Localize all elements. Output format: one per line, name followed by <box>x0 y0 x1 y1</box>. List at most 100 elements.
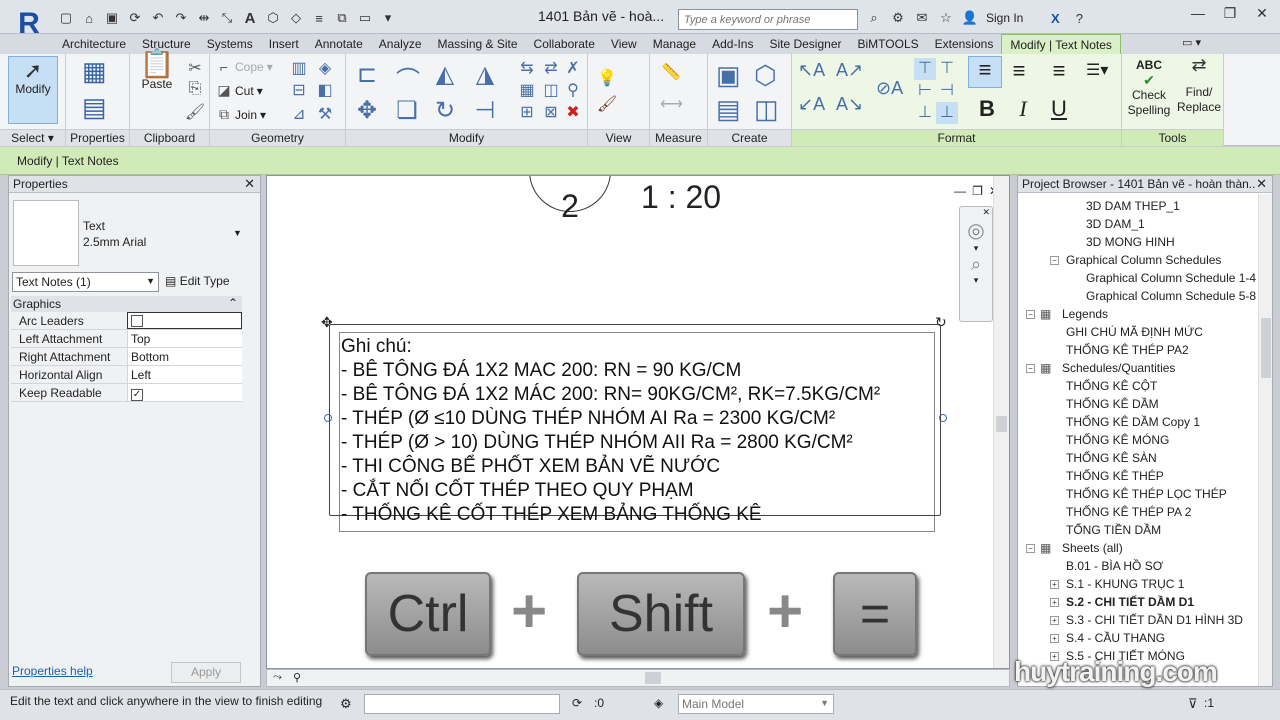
collapse-toggle-icon[interactable]: − <box>1026 364 1035 373</box>
note-line[interactable]: - THÉP (Ø ≤10 DÙNG THÉP NHÓM AI Ra = 230… <box>341 408 835 430</box>
minimize-icon[interactable]: — <box>954 184 966 198</box>
restore-icon[interactable]: ❐ <box>1214 0 1246 26</box>
leader-middle-icon[interactable]: ⊢ <box>914 80 936 102</box>
unpin-icon[interactable]: ✗ <box>562 58 584 80</box>
create-parts-icon[interactable]: ⬡ <box>754 60 777 90</box>
pin-icon[interactable]: ⚲ <box>562 80 584 102</box>
cut-geometry-button[interactable]: ◪ Cut ▾ <box>216 82 262 99</box>
collapse-toggle-icon[interactable]: − <box>1050 256 1059 265</box>
modify-button[interactable]: ➚ Modify <box>8 56 58 124</box>
minimize-icon[interactable]: — <box>1182 0 1214 26</box>
cut-icon[interactable]: ✂ <box>184 58 206 80</box>
find-replace-button[interactable]: ⇄ Find/ Replace <box>1176 56 1222 115</box>
override-graphics-icon[interactable]: 🖌 <box>596 94 618 116</box>
align-right-icon[interactable]: ≡ <box>1048 58 1070 83</box>
leader-bottom-right-icon[interactable]: ⊥ <box>936 102 958 124</box>
cope-button[interactable]: ⌐ Cope ▾ <box>216 59 273 75</box>
help-icon[interactable]: ? <box>1069 8 1089 28</box>
note-line[interactable]: Ghi chú: <box>341 336 412 358</box>
design-option-select[interactable]: Main Model ▼ <box>678 694 834 714</box>
collapse-toggle-icon[interactable]: − <box>1026 310 1035 319</box>
create-group-icon[interactable]: ▤ <box>716 94 741 124</box>
browser-item[interactable]: 3D MONG HINH <box>1086 235 1175 249</box>
close-icon[interactable]: ✕ <box>960 207 992 218</box>
select-dropdown[interactable]: Select ▾ <box>0 129 65 146</box>
add-leader-right-icon[interactable]: A↗ <box>836 60 863 82</box>
measure-ruler-icon[interactable]: 📏 <box>660 62 682 84</box>
trim-icon[interactable]: ⊣ <box>474 96 496 124</box>
tab-annotate[interactable]: Annotate <box>307 34 371 54</box>
expand-toggle-icon[interactable]: + <box>1050 634 1059 643</box>
design-options-icon[interactable]: ◈ <box>654 696 663 710</box>
underline-button[interactable]: U <box>1048 96 1070 121</box>
delete-icon[interactable]: ✖ <box>562 102 584 124</box>
user-icon[interactable]: 👤 <box>960 8 980 28</box>
note-line[interactable]: - THI CÔNG BỂ PHỐT XEM BẢN VẼ NƯỚC <box>341 456 720 478</box>
tab-collaborate[interactable]: Collaborate <box>526 34 603 54</box>
collapse-toggle-icon[interactable]: − <box>1026 544 1035 553</box>
close-icon[interactable]: ✕ <box>1246 0 1278 26</box>
note-line[interactable]: - THỐNG KÊ CỐT THÉP XEM BẢNG THỐNG KÊ <box>341 504 762 526</box>
open-icon[interactable]: ⌂ <box>79 8 99 28</box>
hammer-icon[interactable]: ⚒ <box>314 104 336 126</box>
search-input[interactable] <box>678 9 858 30</box>
rotate-icon[interactable]: ↻ <box>434 96 456 124</box>
split-icon[interactable]: ⇆ <box>516 58 538 80</box>
favorites-icon[interactable]: ☆ <box>936 8 956 28</box>
wall-joins-icon[interactable]: ⊟ <box>288 80 310 102</box>
close-icon[interactable]: ✕ <box>244 176 255 192</box>
browser-item[interactable]: 3D DAM_1 <box>1086 217 1145 231</box>
browser-item[interactable]: S.3 - CHI TIẾT DẦN D1 HÌNH 3D <box>1066 613 1243 627</box>
aligned-dimension-icon[interactable]: ⤡ <box>217 8 237 28</box>
leader-top-right-icon[interactable]: ⊤ <box>936 58 958 80</box>
add-leader-left-icon[interactable]: ↖A <box>798 60 825 82</box>
text-icon[interactable]: A <box>240 8 260 28</box>
exchange-icon[interactable]: X <box>1045 8 1065 28</box>
note-line[interactable]: - CẮT NỐI CỐT THÉP THEO QUY PHẠM <box>341 480 694 502</box>
tab-massing-site[interactable]: Massing & Site <box>430 34 526 54</box>
apply-button[interactable]: Apply <box>171 662 241 683</box>
sign-in-link[interactable]: Sign In <box>986 11 1023 25</box>
horizontal-align-value[interactable]: Left <box>127 366 242 383</box>
note-line[interactable]: - BÊ TÔNG ĐÁ 1X2 MÁC 200: RN= 90KG/CM², … <box>341 384 880 406</box>
add-leader-right-arc-icon[interactable]: A↘ <box>836 94 863 116</box>
pin-icon[interactable]: ⚲ <box>293 671 301 684</box>
worksets-icon[interactable]: ⚙ <box>340 696 352 712</box>
browser-item[interactable]: THỐNG KÊ THÉP PA 2 <box>1066 505 1191 519</box>
hide-bulb-icon[interactable]: 💡 <box>596 68 618 90</box>
left-attachment-value[interactable]: Top <box>127 330 242 347</box>
browser-scrollbar[interactable] <box>1258 194 1272 686</box>
tab-systems[interactable]: Systems <box>199 34 261 54</box>
browser-item[interactable]: THỐNG KÊ MÓNG <box>1066 433 1169 447</box>
italic-button[interactable]: I <box>1012 96 1034 121</box>
communication-icon[interactable]: ✉ <box>912 8 932 28</box>
tab-insert[interactable]: Insert <box>261 34 307 54</box>
mirror-pick-icon[interactable]: ◭ <box>434 60 456 88</box>
create-similar-icon[interactable]: ◫ <box>754 94 779 124</box>
browser-item[interactable]: S.1 - KHUNG TRỤC 1 <box>1066 577 1184 591</box>
expand-toggle-icon[interactable]: + <box>1050 616 1059 625</box>
list-icon[interactable]: ☰▾ <box>1086 60 1108 82</box>
join-button[interactable]: ⧉ Join ▾ <box>216 106 266 123</box>
browser-item[interactable]: Graphical Column Schedule 1-4 <box>1086 271 1256 285</box>
save-icon[interactable]: ▣ <box>102 8 122 28</box>
tab-view[interactable]: View <box>603 34 645 54</box>
editing-requests-icon[interactable]: ⟳ <box>572 696 582 710</box>
undo-icon[interactable]: ↶ <box>148 8 168 28</box>
browser-item[interactable]: S.4 - CẦU THANG <box>1066 631 1165 645</box>
array-icon[interactable]: ▦ <box>516 80 538 102</box>
browser-item[interactable]: Sheets (all) <box>1062 541 1123 555</box>
arc-leaders-checkbox[interactable] <box>131 315 143 327</box>
section-icon[interactable]: ◇ <box>286 8 306 28</box>
properties-help-link[interactable]: Properties help <box>12 664 93 678</box>
browser-item[interactable]: S.2 - CHI TIẾT DẦM D1 <box>1066 595 1194 609</box>
horizontal-scroll-thumb[interactable] <box>645 672 661 684</box>
keep-readable-value[interactable]: ✓ <box>127 384 242 401</box>
copy-icon[interactable]: ⎘ <box>184 80 206 102</box>
split-face-icon[interactable]: ▥ <box>288 58 310 80</box>
tab-add-ins[interactable]: Add-Ins <box>704 34 761 54</box>
thin-lines-icon[interactable]: ≡ <box>309 8 329 28</box>
scale-icon[interactable]: ◫ <box>540 80 562 102</box>
view-control-icon[interactable]: ⤳ <box>273 671 282 684</box>
3d-view-icon[interactable]: ⬡ <box>263 8 283 28</box>
